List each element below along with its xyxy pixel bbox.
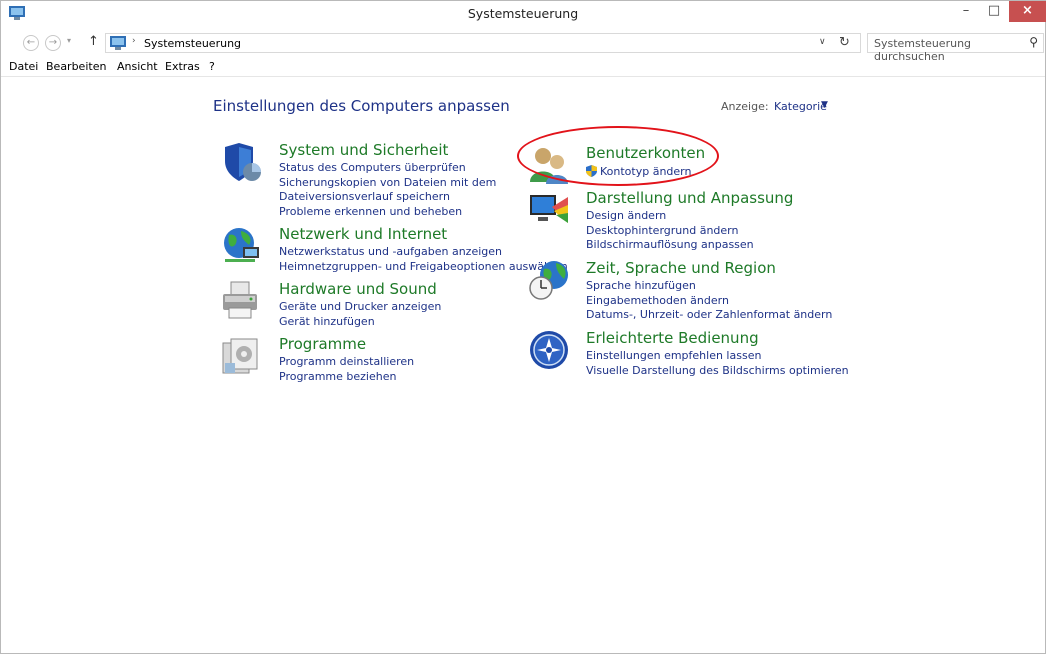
link-homegroup[interactable]: Heimnetzgruppen- und Freigabeoptionen au… — [279, 260, 568, 273]
category-title[interactable]: Hardware und Sound — [279, 280, 437, 298]
link-troubleshoot[interactable]: Probleme erkennen und beheben — [279, 205, 462, 218]
search-field[interactable]: Systemsteuerung durchsuchen ⚲ — [867, 33, 1044, 63]
view-mode-selector[interactable]: Kategorie — [774, 100, 827, 113]
link-add-language[interactable]: Sprache hinzufügen — [586, 279, 696, 292]
view-mode-arrow-icon[interactable]: ▼ — [821, 100, 828, 110]
link-network-status[interactable]: Netzwerkstatus und -aufgaben anzeigen — [279, 245, 502, 258]
maximize-button[interactable]: □ — [981, 1, 1007, 22]
category-title[interactable]: Netzwerk und Internet — [279, 225, 447, 243]
link-input-methods[interactable]: Eingabemethoden ändern — [586, 294, 729, 307]
category-title[interactable]: Benutzerkonten — [586, 144, 705, 162]
menu-datei[interactable]: Datei — [9, 60, 38, 73]
menu-help[interactable]: ? — [209, 60, 215, 73]
accessibility-icon[interactable] — [528, 329, 570, 371]
recent-locations-dropdown[interactable]: ▾ — [67, 36, 71, 45]
menu-bar: Datei Bearbeiten Ansicht Extras ? — [1, 58, 1045, 76]
category-title[interactable]: Darstellung und Anpassung — [586, 189, 793, 207]
close-button[interactable]: × — [1009, 1, 1046, 22]
link-file-history[interactable]: Dateiversionsverlauf speichern — [279, 190, 450, 203]
forward-button[interactable]: → — [45, 35, 61, 51]
title-bar[interactable]: Systemsteuerung – □ × — [1, 1, 1046, 29]
link-date-time-format[interactable]: Datums-, Uhrzeit- oder Zahlenformat ände… — [586, 308, 832, 321]
link-uninstall[interactable]: Programm deinstallieren — [279, 355, 414, 368]
users-icon[interactable] — [528, 144, 570, 186]
clock-globe-icon[interactable] — [528, 259, 570, 301]
breadcrumb-separator[interactable]: › — [132, 36, 136, 46]
link-recommend-settings[interactable]: Einstellungen empfehlen lassen — [586, 349, 761, 362]
path-field[interactable]: › Systemsteuerung ∨ ↻ — [105, 33, 861, 53]
view-label: Anzeige: — [721, 100, 769, 113]
link-add-device[interactable]: Gerät hinzufügen — [279, 315, 375, 328]
window-title: Systemsteuerung — [467, 6, 579, 21]
printer-icon[interactable] — [221, 280, 263, 322]
link-get-programs[interactable]: Programme beziehen — [279, 370, 396, 383]
control-panel-icon — [110, 36, 126, 50]
main-content: Einstellungen des Computers anpassen Anz… — [1, 76, 1045, 653]
minimize-button[interactable]: – — [953, 1, 979, 22]
shield-icon[interactable] — [221, 141, 263, 183]
menu-extras[interactable]: Extras — [165, 60, 200, 73]
refresh-icon[interactable]: ↻ — [839, 35, 850, 50]
breadcrumb-systemsteuerung[interactable]: Systemsteuerung — [144, 37, 241, 50]
control-panel-window: Systemsteuerung – □ × ← → ▾ ↑ › Systemst… — [0, 0, 1046, 654]
chevron-down-icon[interactable]: ∨ — [819, 37, 826, 47]
back-button[interactable]: ← — [23, 35, 39, 51]
page-title: Einstellungen des Computers anpassen — [213, 97, 510, 115]
link-screen-resolution[interactable]: Bildschirmauflösung anpassen — [586, 238, 754, 251]
category-title[interactable]: System und Sicherheit — [279, 141, 448, 159]
link-backup[interactable]: Sicherungskopien von Dateien mit dem — [279, 176, 496, 189]
up-button[interactable]: ↑ — [88, 34, 99, 49]
category-title[interactable]: Erleichterte Bedienung — [586, 329, 759, 347]
menu-bearbeiten[interactable]: Bearbeiten — [46, 60, 106, 73]
link-devices-printers[interactable]: Geräte und Drucker anzeigen — [279, 300, 441, 313]
menu-ansicht[interactable]: Ansicht — [117, 60, 158, 73]
uac-shield-icon — [586, 165, 597, 177]
address-bar: ← → ▾ ↑ › Systemsteuerung ∨ ↻ Systemsteu… — [1, 31, 1045, 63]
category-title[interactable]: Programme — [279, 335, 366, 353]
link-desktop-background[interactable]: Desktophintergrund ändern — [586, 224, 738, 237]
search-icon[interactable]: ⚲ — [1029, 35, 1038, 49]
category-title[interactable]: Zeit, Sprache und Region — [586, 259, 776, 277]
link-change-theme[interactable]: Design ändern — [586, 209, 666, 222]
link-status-check[interactable]: Status des Computers überprüfen — [279, 161, 466, 174]
link-optimize-display[interactable]: Visuelle Darstellung des Bildschirms opt… — [586, 364, 849, 377]
display-icon[interactable] — [528, 189, 570, 231]
programs-icon[interactable] — [221, 335, 263, 377]
link-change-account-type[interactable]: Kontotyp ändern — [600, 165, 691, 178]
network-globe-icon[interactable] — [221, 225, 263, 267]
